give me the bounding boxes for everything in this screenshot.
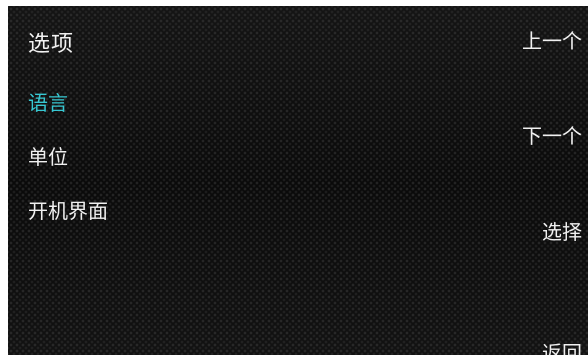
screen-title: 选项 bbox=[28, 32, 75, 57]
menu-item-language[interactable]: 语言 bbox=[28, 90, 108, 117]
back-softkey[interactable]: 返回 bbox=[542, 337, 582, 355]
menu-item-units[interactable]: 单位 bbox=[28, 144, 108, 171]
menu-item-boot-screen[interactable]: 开机界面 bbox=[28, 198, 108, 225]
prev-softkey[interactable]: 上一个 bbox=[522, 25, 582, 54]
options-menu: 语言 单位 开机界面 bbox=[28, 90, 108, 252]
next-softkey[interactable]: 下一个 bbox=[522, 120, 582, 149]
device-screen: 选项 语言 单位 开机界面 上一个 下一个 选择 返回 bbox=[8, 6, 588, 355]
select-softkey[interactable]: 选择 bbox=[542, 216, 582, 245]
